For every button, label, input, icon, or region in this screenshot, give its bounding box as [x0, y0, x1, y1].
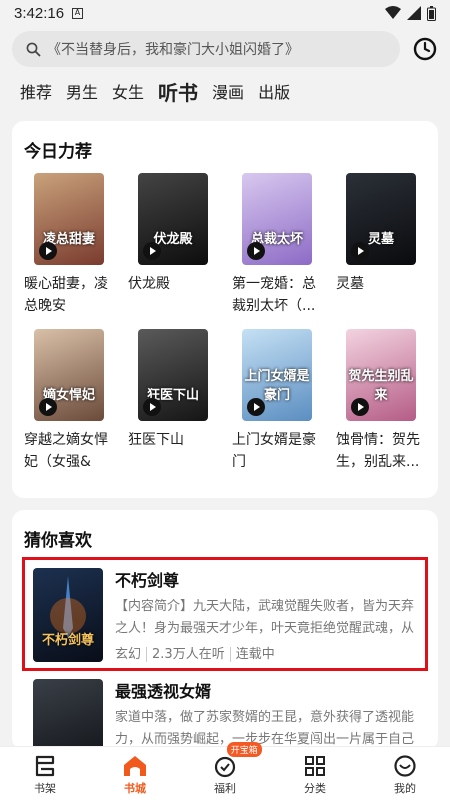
- guess-section: 猜你喜欢 不朽剑尊 不朽剑尊 【内容简介】九天大陆，武魂觉醒失败者，皆为天弃之人…: [12, 510, 438, 750]
- book-grid: 凌总甜妻 暖心甜妻，凌总晚安 伏龙殿 伏龙殿 总裁太坏 第一宠婚：总裁别太坏（... 灵墓灵…: [24, 173, 428, 473]
- book-status: 连载中: [229, 647, 280, 662]
- nav-label: 分类: [304, 782, 326, 795]
- nav-category[interactable]: 分类: [270, 747, 360, 800]
- search-icon: [26, 42, 41, 57]
- book-title: 灵墓: [336, 276, 364, 292]
- play-icon[interactable]: [247, 398, 265, 416]
- book-title: 第一宠婚：总裁别太坏（...: [232, 276, 316, 314]
- profile-icon: [394, 755, 416, 777]
- book-description: 家道中落，做了苏家赘婿的王昆，意外获得了透视能力，从而强势崛起，一步步在华夏闯出…: [115, 710, 415, 747]
- book-cover: 上门女婿是豪门: [242, 329, 312, 421]
- category-tabs: 推荐 男生 女生 听书 漫画 出版: [20, 78, 304, 108]
- book-cover: 伏龙殿: [138, 173, 208, 265]
- nav-bookshelf[interactable]: 书架: [0, 747, 90, 800]
- cover-title: 贺先生别乱来: [348, 369, 414, 403]
- search-input[interactable]: 《不当替身后，我和豪门大小姐闪婚了》: [12, 31, 400, 67]
- recommend-section: 今日力荐 凌总甜妻 暖心甜妻，凌总晚安 伏龙殿 伏龙殿 总裁太坏 第一宠婚：总裁别太坏（.…: [12, 121, 438, 498]
- book-description: 【内容简介】九天大陆，武魂觉醒失败者，皆为天弃之人！身为最强天才少年，叶天竟拒绝…: [115, 599, 415, 636]
- book-cover: 嫡女悍妃: [34, 329, 104, 421]
- book-card[interactable]: 贺先生别乱来蚀骨情：贺先生，别乱来...: [336, 329, 430, 473]
- battery-icon: [427, 5, 436, 21]
- nav-label: 书城: [124, 782, 146, 795]
- book-title: 暖心甜妻，凌总晚安: [24, 276, 108, 314]
- status-bar: 3:42:16 A: [0, 0, 450, 26]
- sim-icon: A: [72, 7, 84, 19]
- book-card[interactable]: 狂医下山 狂医下山: [128, 329, 222, 473]
- book-card[interactable]: 凌总甜妻暖心甜妻，凌总晚安: [24, 173, 118, 317]
- nav-profile[interactable]: 我的: [360, 747, 450, 800]
- book-cover: 狂医下山: [138, 329, 208, 421]
- treasure-badge: 开宝箱: [226, 742, 262, 757]
- history-clock-icon[interactable]: [412, 36, 438, 62]
- book-info: 最强透视女婿 家道中落，做了苏家赘婿的王昆，意外获得了透视能力，从而强势崛起，一…: [115, 679, 428, 750]
- nav-label: 福利: [214, 782, 236, 795]
- book-title: 上门女婿是豪门: [232, 432, 316, 470]
- play-icon[interactable]: [143, 242, 161, 260]
- play-icon[interactable]: [39, 242, 57, 260]
- play-icon[interactable]: [247, 242, 265, 260]
- book-meta: 玄幻 2.3万人在听 连载中: [115, 646, 421, 664]
- book-cover: 凌总甜妻: [34, 173, 104, 265]
- nav-welfare[interactable]: 开宝箱 福利: [180, 742, 270, 800]
- book-cover: 总裁太坏: [242, 173, 312, 265]
- book-card[interactable]: 嫡女悍妃穿越之嫡女悍妃（女强&宫...: [24, 329, 118, 473]
- book-info: 不朽剑尊 【内容简介】九天大陆，武魂觉醒失败者，皆为天弃之人！身为最强天才少年，…: [115, 568, 421, 668]
- book-card[interactable]: 上门女婿是豪门 上门女婿是豪门: [232, 329, 326, 473]
- book-title: 蚀骨情：贺先生，别乱来...: [336, 432, 420, 470]
- book-title: 穿越之嫡女悍妃（女强&宫...: [24, 432, 108, 470]
- book-card[interactable]: 灵墓 灵墓: [336, 173, 430, 317]
- tab-item[interactable]: 男生: [66, 78, 98, 108]
- play-icon[interactable]: [143, 398, 161, 416]
- play-icon[interactable]: [351, 242, 369, 260]
- guess-item[interactable]: 最强透视女婿 家道中落，做了苏家赘婿的王昆，意外获得了透视能力，从而强势崛起，一…: [22, 679, 428, 750]
- search-row: 《不当替身后，我和豪门大小姐闪婚了》: [12, 31, 442, 67]
- book-title: 狂医下山: [128, 432, 184, 448]
- search-placeholder: 《不当替身后，我和豪门大小姐闪婚了》: [47, 42, 299, 58]
- nav-bookstore[interactable]: 书城: [90, 747, 180, 800]
- signal-icon: [407, 6, 421, 20]
- book-cover: 不朽剑尊: [33, 568, 103, 662]
- tab-item[interactable]: 出版: [258, 78, 290, 108]
- status-time: 3:42:16: [14, 4, 65, 22]
- book-card[interactable]: 伏龙殿 伏龙殿: [128, 173, 222, 317]
- play-icon[interactable]: [39, 398, 57, 416]
- guess-item[interactable]: 不朽剑尊 不朽剑尊 【内容简介】九天大陆，武魂觉醒失败者，皆为天弃之人！身为最强…: [22, 557, 428, 671]
- bookstore-icon: [124, 756, 146, 776]
- nav-label: 我的: [394, 782, 416, 795]
- tab-item[interactable]: 听书: [158, 78, 198, 108]
- section-title: 猜你喜欢: [24, 531, 92, 551]
- bottom-nav: 书架 书城 开宝箱 福利 分类 我的: [0, 742, 450, 800]
- play-icon[interactable]: [351, 398, 369, 416]
- tab-item[interactable]: 推荐: [20, 78, 52, 108]
- status-right: [385, 5, 436, 21]
- book-cover: 灵墓: [346, 173, 416, 265]
- cover-title: 不朽剑尊: [41, 633, 94, 648]
- welfare-icon: [214, 756, 236, 778]
- wifi-icon: [385, 6, 401, 19]
- bookshelf-icon: [35, 755, 55, 777]
- nav-label: 书架: [34, 782, 56, 795]
- section-title: 今日力荐: [24, 142, 92, 162]
- tab-item[interactable]: 漫画: [212, 78, 244, 108]
- book-title: 最强透视女婿: [115, 682, 212, 701]
- book-cover: [33, 679, 103, 750]
- book-cover: 贺先生别乱来: [346, 329, 416, 421]
- book-card[interactable]: 总裁太坏第一宠婚：总裁别太坏（...: [232, 173, 326, 317]
- category-icon: [305, 756, 325, 776]
- book-listeners: 2.3万人在听: [146, 647, 230, 662]
- cover-title: 上门女婿是豪门: [244, 369, 310, 403]
- book-title: 伏龙殿: [128, 276, 170, 292]
- book-genre: 玄幻: [115, 647, 142, 662]
- book-title: 不朽剑尊: [115, 571, 180, 590]
- tab-item[interactable]: 女生: [112, 78, 144, 108]
